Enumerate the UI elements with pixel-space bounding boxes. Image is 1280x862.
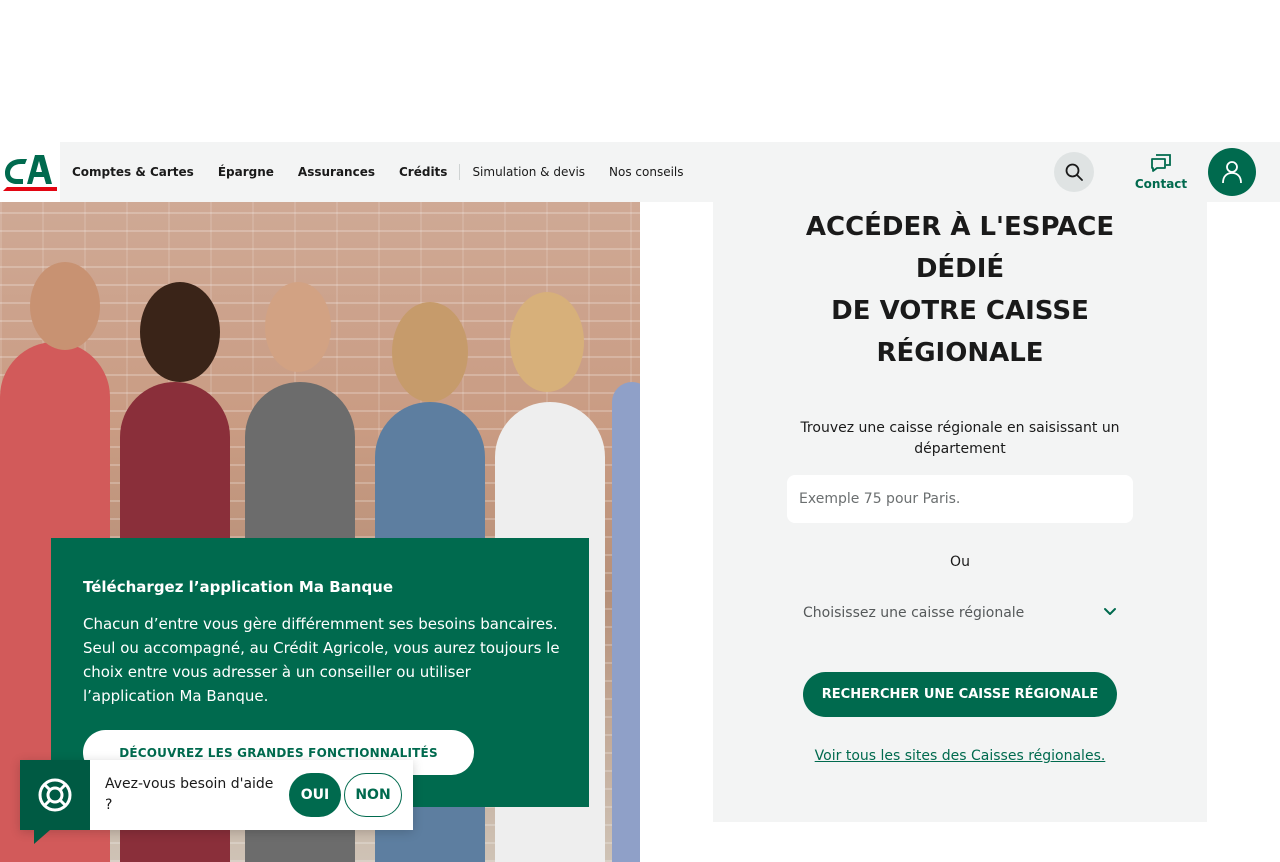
lifebuoy-icon xyxy=(38,778,72,812)
ca-logo-icon xyxy=(3,155,57,191)
nav-actions: Contact xyxy=(1054,142,1280,202)
person-head xyxy=(510,292,584,392)
account-button[interactable] xyxy=(1208,148,1256,196)
or-label: Ou xyxy=(950,554,970,570)
main-navbar: Comptes & Cartes Épargne Assurances Créd… xyxy=(0,142,1280,202)
help-widget-icon-box[interactable] xyxy=(20,760,90,844)
nav-item-comptes-cartes[interactable]: Comptes & Cartes xyxy=(72,165,194,179)
contact-label: Contact xyxy=(1134,177,1188,191)
person-head xyxy=(392,302,468,402)
regional-bank-select[interactable]: Choisissez une caisse régionale xyxy=(787,591,1133,635)
chat-bubbles-icon xyxy=(1151,154,1171,172)
search-icon xyxy=(1065,163,1083,181)
help-widget-tail xyxy=(34,830,50,844)
nav-item-epargne[interactable]: Épargne xyxy=(218,165,274,179)
nav-item-nos-conseils[interactable]: Nos conseils xyxy=(609,165,683,179)
panel-subtitle: Trouvez une caisse régionale en saisissa… xyxy=(800,420,1120,457)
help-yes-button[interactable]: OUI xyxy=(289,773,341,817)
promo-text: Chacun d’entre vous gère différemment se… xyxy=(83,615,560,705)
nav-item-credits[interactable]: Crédits xyxy=(399,165,447,179)
chevron-down-icon xyxy=(1104,608,1116,615)
help-widget: Avez-vous besoin d'aide ? OUI NON xyxy=(20,760,413,844)
person-head xyxy=(140,282,220,382)
nav-divider xyxy=(459,164,461,180)
panel-title-line: DÉDIÉ xyxy=(915,254,1005,284)
all-regional-sites-link[interactable]: Voir tous les sites des Caisses régional… xyxy=(713,748,1207,764)
person-head xyxy=(265,282,331,372)
help-no-button[interactable]: NON xyxy=(344,773,402,817)
regional-bank-panel: ACCÉDER À L'ESPACE DÉDIÉ DE VOTRE CAISSE… xyxy=(713,202,1207,822)
nav-item-assurances[interactable]: Assurances xyxy=(298,165,375,179)
select-value: Choisissez une caisse régionale xyxy=(803,605,1025,621)
page: Comptes & Cartes Épargne Assurances Créd… xyxy=(0,0,1280,862)
search-button[interactable] xyxy=(1054,152,1094,192)
promo-title: Téléchargez l’application Ma Banque xyxy=(83,578,394,596)
department-input[interactable] xyxy=(787,475,1133,523)
person-head xyxy=(30,262,100,350)
user-icon xyxy=(1222,161,1242,184)
panel-title: ACCÉDER À L'ESPACE DÉDIÉ DE VOTRE CAISSE… xyxy=(713,206,1207,374)
contact-button[interactable]: Contact xyxy=(1116,153,1206,191)
panel-title-line: ACCÉDER À L'ESPACE xyxy=(805,212,1115,242)
help-question: Avez-vous besoin d'aide ? xyxy=(105,776,274,813)
search-regional-bank-button[interactable]: RECHERCHER UNE CAISSE RÉGIONALE xyxy=(803,672,1117,717)
nav-menu: Comptes & Cartes Épargne Assurances Créd… xyxy=(72,142,708,202)
nav-item-simulation-devis[interactable]: Simulation & devis xyxy=(472,165,585,179)
credit-agricole-logo[interactable] xyxy=(0,142,60,202)
panel-title-line: DE VOTRE CAISSE xyxy=(831,296,1089,326)
person-figure xyxy=(612,382,640,862)
panel-title-line: RÉGIONALE xyxy=(876,338,1044,368)
